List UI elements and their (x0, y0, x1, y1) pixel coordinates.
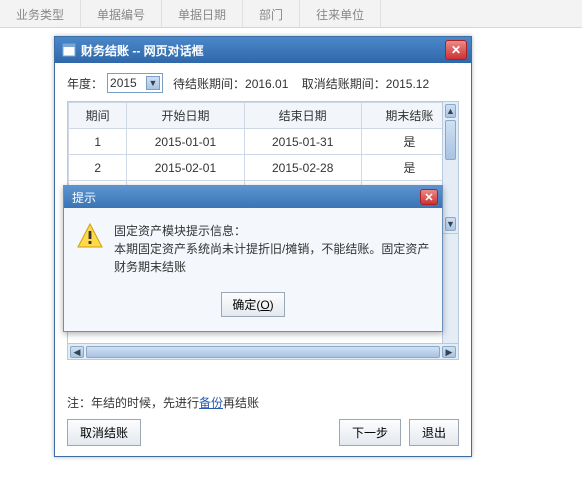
next-button[interactable]: 下一步 (339, 419, 401, 446)
footer-note: 注：年结的时候，先进行备份再结账 (67, 394, 459, 411)
alert-close-button[interactable]: ✕ (420, 189, 438, 205)
dialog-title: 财务结账 -- 网页对话框 (81, 42, 445, 59)
bg-tab: 单据编号 (81, 0, 162, 27)
alert-title: 提示 (72, 189, 420, 206)
scroll-down-icon: ▼ (445, 217, 456, 231)
table-row[interactable]: 1 2015-01-01 2015-01-31 是 (69, 129, 458, 155)
alert-dialog: 提示 ✕ 固定资产模块提示信息： 本期固定 (63, 185, 443, 332)
horizontal-scrollbar[interactable]: ◀ ▶ (67, 344, 459, 360)
col-period: 期间 (69, 103, 127, 129)
cancel-closing-button[interactable]: 取消结账 (67, 419, 141, 446)
chevron-down-icon: ▼ (146, 76, 160, 90)
exit-button[interactable]: 退出 (409, 419, 459, 446)
scroll-right-icon: ▶ (442, 346, 456, 358)
scroll-left-icon: ◀ (70, 346, 84, 358)
backup-link[interactable]: 备份 (199, 396, 223, 410)
vertical-scrollbar-lower[interactable] (442, 234, 458, 343)
close-icon: ✕ (424, 191, 433, 204)
hscroll-thumb[interactable] (86, 346, 440, 358)
pending-value: 2016.01 (245, 77, 288, 91)
scroll-thumb[interactable] (445, 120, 456, 160)
background-column-header: 业务类型 单据编号 单据日期 部门 往来单位 (0, 0, 582, 28)
close-icon: ✕ (451, 43, 461, 57)
col-end: 结束日期 (244, 103, 361, 129)
col-start: 开始日期 (127, 103, 244, 129)
bg-tab: 部门 (243, 0, 300, 27)
dialog-close-button[interactable]: ✕ (445, 40, 467, 60)
year-value: 2015 (110, 76, 137, 90)
warning-icon (76, 222, 104, 250)
bg-tab: 往来单位 (300, 0, 381, 27)
year-label: 年度： (67, 75, 103, 92)
cancel-period-label: 取消结账期间： (302, 77, 386, 91)
ie-page-icon (61, 42, 77, 58)
bg-tab: 业务类型 (0, 0, 81, 27)
table-row[interactable]: 2 2015-02-01 2015-02-28 是 (69, 155, 458, 181)
vertical-scrollbar[interactable]: ▲ ▼ (442, 102, 458, 233)
alert-titlebar: 提示 ✕ (64, 186, 442, 208)
alert-ok-button[interactable]: 确定(O) (221, 292, 284, 317)
bg-tab: 单据日期 (162, 0, 243, 27)
alert-message: 固定资产模块提示信息： 本期固定资产系统尚未计提折旧/摊销，不能结账。固定资产财… (114, 222, 430, 276)
year-select[interactable]: 2015 ▼ (107, 73, 163, 93)
pending-label: 待结账期间： (173, 77, 245, 91)
cancel-period-value: 2015.12 (386, 77, 429, 91)
dialog-titlebar: 财务结账 -- 网页对话框 ✕ (55, 37, 471, 63)
finance-closing-dialog: 财务结账 -- 网页对话框 ✕ 年度： 2015 ▼ 待结账期间：2016.01… (54, 36, 472, 457)
scroll-up-icon: ▲ (445, 104, 456, 118)
